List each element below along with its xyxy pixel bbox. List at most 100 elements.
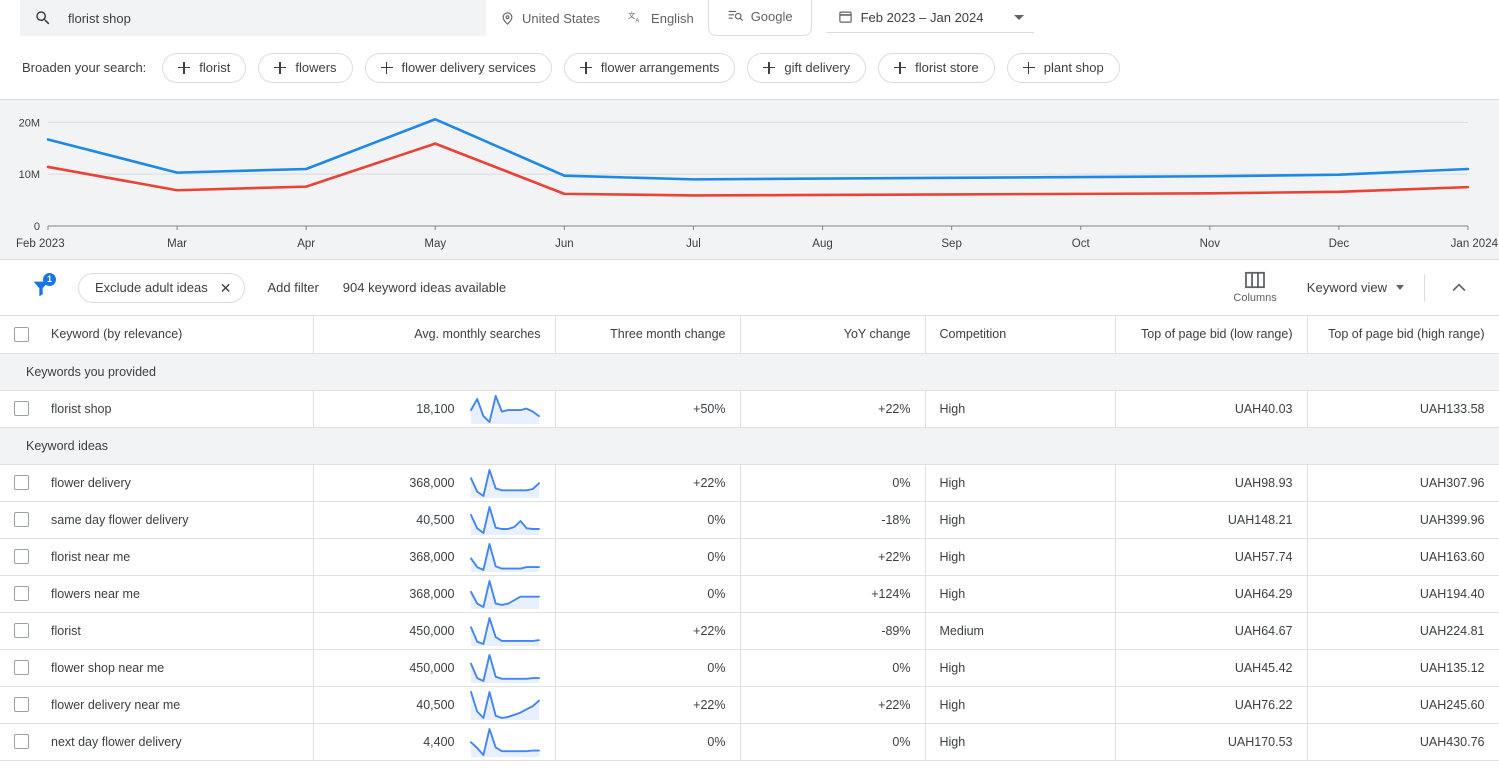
cell-bid-low: UAH57.74 [1115,538,1308,576]
svg-text:10M: 10M [19,169,40,181]
row-checkbox[interactable] [14,586,29,601]
keyword-label: florist near me [51,549,131,564]
collapse-chart-button[interactable] [1447,276,1471,300]
broaden-chip-0[interactable]: florist [162,52,247,83]
cell-competition: High [925,723,1116,761]
avg-searches-value: 368,000 [409,586,455,601]
sparkline-chart [469,468,540,498]
column-header-bid-low[interactable]: Top of page bid (low range) [1115,316,1308,354]
cell-three-month-change: +22% [555,464,741,502]
column-header-yoy-change[interactable]: YoY change [740,316,926,354]
add-filter-button[interactable]: Add filter [267,280,318,295]
cell-avg-monthly-searches: 40,500 [313,686,556,724]
cell-keyword[interactable]: florist near me [0,538,314,576]
cell-keyword[interactable]: flower shop near me [0,649,314,687]
date-range-selector[interactable]: Feb 2023 – Jan 2024 [825,3,1034,33]
sparkline-chart [469,542,540,572]
row-checkbox[interactable] [14,623,29,638]
row-checkbox[interactable] [14,697,29,712]
row-checkbox[interactable] [14,475,29,490]
broaden-chip-label: flowers [295,60,337,75]
svg-text:Jul: Jul [686,238,701,250]
cell-bid-high: UAH133.58 [1307,390,1499,428]
broaden-chip-6[interactable]: plant shop [1006,52,1120,83]
table-header: Keyword (by relevance) Avg. monthly sear… [0,316,1499,354]
search-query-text: florist shop [68,10,131,26]
row-checkbox[interactable] [14,660,29,675]
svg-text:Nov: Nov [1200,238,1221,250]
cell-three-month-change: +22% [555,612,741,650]
row-checkbox[interactable] [14,401,29,416]
sparkline-chart [469,616,540,646]
cell-three-month-change: 0% [555,538,741,576]
active-filter-label: Exclude adult ideas [95,280,208,295]
sparkline-chart [469,579,540,609]
table-row[interactable]: same day flower delivery 40,500 0% -18% … [0,501,1499,539]
keyword-label: flower shop near me [51,660,165,675]
search-input[interactable]: florist shop [20,0,486,36]
plus-icon [274,61,287,74]
cell-avg-monthly-searches: 40,500 [313,501,556,539]
table-row[interactable]: flower delivery near me 40,500 +22% +22%… [0,686,1499,724]
row-checkbox[interactable] [14,549,29,564]
cell-keyword[interactable]: same day flower delivery [0,501,314,539]
column-header-keyword[interactable]: Keyword (by relevance) [0,316,314,354]
table-row[interactable]: florist 450,000 +22% -89% Medium UAH64.6… [0,612,1499,650]
cell-yoy-change: 0% [740,464,926,502]
column-header-three-month-change[interactable]: Three month change [555,316,741,354]
broaden-chip-3[interactable]: flower arrangements [563,52,736,83]
broaden-chip-2[interactable]: flower delivery services [364,52,552,83]
search-network-icon [727,8,744,26]
table-row[interactable]: next day flower delivery 4,400 0% 0% Hig… [0,723,1499,761]
column-header-bid-high[interactable]: Top of page bid (high range) [1307,316,1499,354]
columns-button[interactable]: Columns [1233,271,1277,304]
keyword-label: flowers near me [51,586,140,601]
view-selector[interactable]: Keyword view [1307,280,1404,295]
table-row[interactable]: florist shop 18,100 +50% +22% High UAH40… [0,390,1499,428]
cell-keyword[interactable]: flowers near me [0,575,314,613]
search-icon [34,9,52,27]
cell-keyword[interactable]: flower delivery near me [0,686,314,724]
table-row[interactable]: flower shop near me 450,000 0% 0% High U… [0,649,1499,687]
language-selector[interactable]: 文A English [614,0,708,36]
select-all-checkbox[interactable] [14,326,29,342]
topbar-options: United States 文A English Google Feb 2023… [486,0,1499,36]
close-icon[interactable]: ✕ [220,281,232,295]
broaden-chip-1[interactable]: flowers [258,52,353,83]
column-header-competition[interactable]: Competition [925,316,1116,354]
sparkline-chart [469,394,540,424]
svg-text:Mar: Mar [167,238,187,250]
cell-bid-high: UAH135.12 [1307,649,1499,687]
table-section-header: Keyword ideas [0,427,1499,465]
broaden-chip-5[interactable]: florist store [878,52,995,83]
row-checkbox[interactable] [14,512,29,527]
cell-keyword[interactable]: florist [0,612,314,650]
translate-icon: 文A [628,10,644,26]
keyword-label: flower delivery near me [51,697,181,712]
cell-keyword[interactable]: flower delivery [0,464,314,502]
active-filter-chip[interactable]: Exclude adult ideas ✕ [78,272,246,303]
cell-yoy-change: +22% [740,390,926,428]
svg-text:20M: 20M [19,117,40,129]
table-row[interactable]: florist near me 368,000 0% +22% High UAH… [0,538,1499,576]
row-checkbox[interactable] [14,734,29,749]
cell-competition: Medium [925,612,1116,650]
broaden-chip-label: plant shop [1043,60,1104,75]
broaden-chip-4[interactable]: gift delivery [747,52,867,83]
cell-keyword[interactable]: next day flower delivery [0,723,314,761]
cell-keyword[interactable]: florist shop [0,390,314,428]
network-tab[interactable]: Google [707,0,812,36]
avg-searches-value: 450,000 [409,660,455,675]
location-selector[interactable]: United States [486,0,614,36]
cell-bid-low: UAH64.67 [1115,612,1308,650]
table-section-title: Keywords you provided [0,353,1499,391]
chevron-down-icon[interactable] [1013,15,1024,20]
cell-avg-monthly-searches: 368,000 [313,575,556,613]
table-row[interactable]: flower delivery 368,000 +22% 0% High UAH… [0,464,1499,502]
cell-bid-high: UAH430.76 [1307,723,1499,761]
column-header-avg-monthly-searches[interactable]: Avg. monthly searches [313,316,556,354]
cell-yoy-change: +22% [740,538,926,576]
filter-button[interactable]: 1 [26,272,56,303]
search-volume-trend-chart: 0 10M 20M Feb 2023 Mar Apr May Jun Jul Aug Sep Oct N… [0,100,1499,260]
table-row[interactable]: flowers near me 368,000 0% +124% High UA… [0,575,1499,613]
